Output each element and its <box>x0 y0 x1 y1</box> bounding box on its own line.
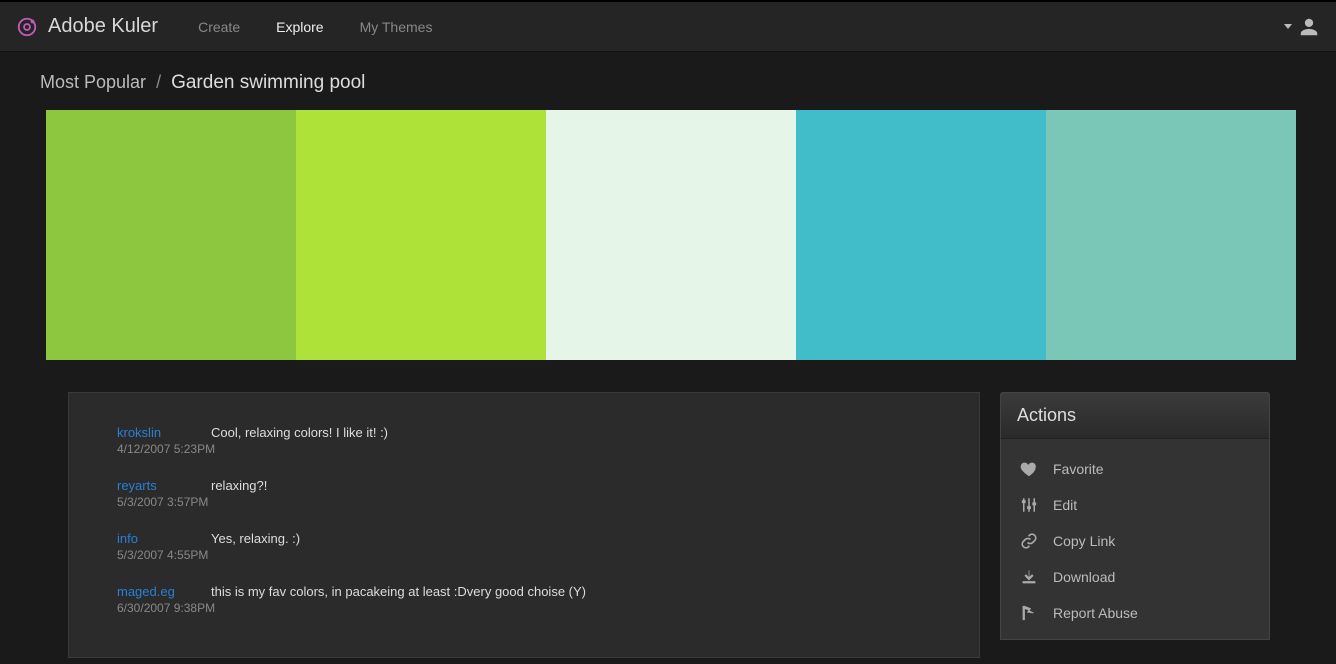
nav-create[interactable]: Create <box>198 19 240 35</box>
top-nav-bar: Adobe Kuler Create Explore My Themes <box>0 0 1336 52</box>
comment-text: Yes, relaxing. :) <box>211 531 300 546</box>
comment-item: maged.egthis is my fav colors, in pacake… <box>117 584 939 615</box>
brand-name: Adobe Kuler <box>48 15 158 38</box>
action-edit[interactable]: Edit <box>1001 487 1269 523</box>
chevron-down-icon <box>1284 24 1292 29</box>
comment-text: relaxing?! <box>211 478 267 493</box>
action-label: Copy Link <box>1053 533 1115 549</box>
action-download[interactable]: Download <box>1001 559 1269 595</box>
breadcrumb-category[interactable]: Most Popular <box>40 72 146 93</box>
swatch-3[interactable] <box>546 110 796 360</box>
comment-item: reyartsrelaxing?! 5/3/2007 3:57PM <box>117 478 939 509</box>
action-report-abuse[interactable]: Report Abuse <box>1001 595 1269 631</box>
comment-author[interactable]: maged.eg <box>117 584 211 599</box>
action-label: Favorite <box>1053 461 1104 477</box>
comment-timestamp: 6/30/2007 9:38PM <box>117 601 939 615</box>
comment-item: infoYes, relaxing. :) 5/3/2007 4:55PM <box>117 531 939 562</box>
nav-explore[interactable]: Explore <box>276 19 323 35</box>
comment-timestamp: 5/3/2007 4:55PM <box>117 548 939 562</box>
comment-author[interactable]: krokslin <box>117 425 211 440</box>
avatar-icon <box>1298 16 1320 38</box>
download-icon <box>1019 567 1039 587</box>
comment-text: Cool, relaxing colors! I like it! :) <box>211 425 388 440</box>
comment-timestamp: 4/12/2007 5:23PM <box>117 442 939 456</box>
sliders-icon <box>1019 495 1039 515</box>
main-nav: Create Explore My Themes <box>198 19 432 35</box>
comment-author[interactable]: reyarts <box>117 478 211 493</box>
flag-icon <box>1019 603 1039 623</box>
swatch-1[interactable] <box>46 110 296 360</box>
action-copy-link[interactable]: Copy Link <box>1001 523 1269 559</box>
comments-panel: krokslinCool, relaxing colors! I like it… <box>68 392 980 658</box>
action-label: Download <box>1053 569 1115 585</box>
kuler-logo-icon <box>16 16 38 38</box>
breadcrumb-separator: / <box>156 72 161 93</box>
comment-author[interactable]: info <box>117 531 211 546</box>
action-label: Edit <box>1053 497 1077 513</box>
heart-icon <box>1019 459 1039 479</box>
breadcrumb: Most Popular / Garden swimming pool <box>40 72 1296 94</box>
swatch-4[interactable] <box>796 110 1046 360</box>
comment-text: this is my fav colors, in pacakeing at l… <box>211 584 586 599</box>
actions-panel: Actions Favorite Edit Copy Link Download Rep… <box>1000 392 1270 658</box>
link-icon <box>1019 531 1039 551</box>
actions-title: Actions <box>1000 392 1270 439</box>
comment-item: krokslinCool, relaxing colors! I like it… <box>117 425 939 456</box>
comment-timestamp: 5/3/2007 3:57PM <box>117 495 939 509</box>
swatch-5[interactable] <box>1046 110 1296 360</box>
swatch-2[interactable] <box>296 110 546 360</box>
user-menu[interactable] <box>1284 16 1320 38</box>
color-palette <box>46 110 1296 360</box>
action-favorite[interactable]: Favorite <box>1001 451 1269 487</box>
nav-my-themes[interactable]: My Themes <box>360 19 433 35</box>
action-label: Report Abuse <box>1053 605 1138 621</box>
brand-logo-group[interactable]: Adobe Kuler <box>16 15 158 38</box>
page-title: Garden swimming pool <box>171 72 365 94</box>
